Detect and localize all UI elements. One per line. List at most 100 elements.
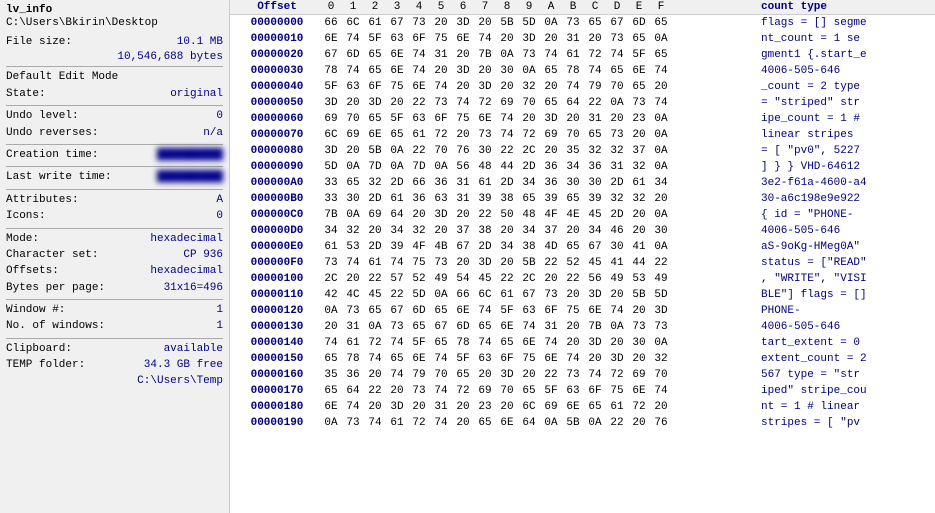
hex-byte[interactable]: 64 xyxy=(386,209,408,221)
hex-byte[interactable]: 69 xyxy=(540,401,562,413)
hex-byte[interactable]: 32 xyxy=(518,81,540,93)
hex-byte[interactable]: 34 xyxy=(386,225,408,237)
hex-byte[interactable]: 74 xyxy=(496,129,518,141)
hex-byte[interactable]: 20 xyxy=(496,401,518,413)
hex-byte[interactable]: 67 xyxy=(320,49,342,61)
hex-byte[interactable]: 74 xyxy=(430,81,452,93)
hex-byte[interactable]: 5B xyxy=(496,17,518,29)
hex-byte[interactable]: 2D xyxy=(386,177,408,189)
hex-byte[interactable]: 76 xyxy=(452,145,474,157)
hex-byte[interactable]: 20 xyxy=(474,65,496,77)
hex-byte[interactable]: 72 xyxy=(606,369,628,381)
hex-byte[interactable]: 20 xyxy=(364,369,386,381)
hex-byte[interactable]: 6E xyxy=(496,321,518,333)
table-row[interactable]: 0000013020310A7365676D656E7431207B0A7373… xyxy=(230,319,935,335)
hex-byte[interactable]: 74 xyxy=(650,385,672,397)
hex-byte[interactable]: 73 xyxy=(562,17,584,29)
hex-byte[interactable]: 38 xyxy=(474,225,496,237)
hex-byte[interactable]: 6E xyxy=(364,129,386,141)
hex-byte[interactable]: 67 xyxy=(430,321,452,333)
hex-byte[interactable]: 20 xyxy=(606,113,628,125)
hex-byte[interactable]: 67 xyxy=(386,17,408,29)
hex-byte[interactable]: 0A xyxy=(342,209,364,221)
hex-byte[interactable]: 53 xyxy=(342,241,364,253)
hex-byte[interactable]: 65 xyxy=(386,353,408,365)
hex-byte[interactable]: 32 xyxy=(342,225,364,237)
hex-byte[interactable]: 0A xyxy=(606,321,628,333)
hex-byte[interactable]: 6E xyxy=(452,305,474,317)
table-row[interactable]: 00000000666C616773203D205B5D0A7365676D65… xyxy=(230,15,935,31)
hex-byte[interactable]: 65 xyxy=(584,129,606,141)
hex-byte[interactable]: 3D xyxy=(364,97,386,109)
hex-byte[interactable]: 22 xyxy=(650,257,672,269)
hex-byte[interactable]: 0A xyxy=(650,337,672,349)
hex-byte[interactable]: 20 xyxy=(496,257,518,269)
hex-byte[interactable]: 41 xyxy=(628,241,650,253)
hex-byte[interactable]: 74 xyxy=(452,97,474,109)
table-row[interactable]: 000000803D205B0A22707630222C20353232370A… xyxy=(230,143,935,159)
hex-byte[interactable]: 65 xyxy=(386,129,408,141)
hex-byte[interactable]: 64 xyxy=(518,417,540,429)
hex-byte[interactable]: 53 xyxy=(628,273,650,285)
hex-byte[interactable]: 67 xyxy=(452,241,474,253)
hex-byte[interactable]: 74 xyxy=(430,417,452,429)
table-row[interactable]: 00000150657874656E745F636F756E74203D2032… xyxy=(230,351,935,367)
hex-byte[interactable]: 6E xyxy=(452,33,474,45)
hex-byte[interactable]: 39 xyxy=(386,241,408,253)
hex-byte[interactable]: 65 xyxy=(650,17,672,29)
hex-byte[interactable]: 20 xyxy=(452,417,474,429)
hex-byte[interactable]: 22 xyxy=(562,273,584,285)
hex-byte[interactable]: 3D xyxy=(320,145,342,157)
hex-byte[interactable]: 73 xyxy=(430,97,452,109)
table-row[interactable]: 000000C07B0A6964203D202250484F4E452D200A… xyxy=(230,207,935,223)
hex-byte[interactable]: 78 xyxy=(342,353,364,365)
hex-byte[interactable]: 20 xyxy=(430,17,452,29)
hex-byte[interactable]: 73 xyxy=(540,289,562,301)
hex-byte[interactable]: 70 xyxy=(518,97,540,109)
hex-byte[interactable]: 75 xyxy=(386,81,408,93)
hex-byte[interactable]: 5D xyxy=(408,289,430,301)
hex-byte[interactable]: 6C xyxy=(474,289,496,301)
hex-byte[interactable]: 79 xyxy=(408,369,430,381)
hex-byte[interactable]: 30 xyxy=(584,177,606,189)
hex-byte[interactable]: 20 xyxy=(628,353,650,365)
hex-byte[interactable]: 3D xyxy=(518,33,540,45)
hex-byte[interactable]: 74 xyxy=(650,97,672,109)
hex-byte[interactable]: 34 xyxy=(496,241,518,253)
hex-byte[interactable]: 73 xyxy=(628,321,650,333)
hex-byte[interactable]: 69 xyxy=(628,369,650,381)
hex-byte[interactable]: 20 xyxy=(364,225,386,237)
hex-byte[interactable]: 5B xyxy=(518,257,540,269)
hex-byte[interactable]: 3D xyxy=(386,401,408,413)
hex-byte[interactable]: 73 xyxy=(408,17,430,29)
hex-byte[interactable]: 75 xyxy=(452,113,474,125)
hex-byte[interactable]: 33 xyxy=(320,193,342,205)
hex-byte[interactable]: 0A xyxy=(650,113,672,125)
hex-byte[interactable]: 31 xyxy=(584,113,606,125)
hex-byte[interactable]: 74 xyxy=(386,337,408,349)
hex-byte[interactable]: 36 xyxy=(540,161,562,173)
hex-byte[interactable]: 69 xyxy=(496,97,518,109)
hex-byte[interactable]: 2D xyxy=(606,209,628,221)
hex-byte[interactable]: 70 xyxy=(496,385,518,397)
hex-byte[interactable]: 65 xyxy=(540,97,562,109)
hex-byte[interactable]: 6D xyxy=(408,305,430,317)
hex-byte[interactable]: 30 xyxy=(606,241,628,253)
hex-byte[interactable]: 61 xyxy=(562,49,584,61)
hex-byte[interactable]: 20 xyxy=(562,337,584,349)
table-row[interactable]: 000000106E745F636F756E74203D20312073650A… xyxy=(230,31,935,47)
hex-byte[interactable]: 6E xyxy=(474,113,496,125)
table-row[interactable]: 00000170656422207374726970655F636F756E74… xyxy=(230,383,935,399)
hex-byte[interactable]: 3D xyxy=(320,97,342,109)
hex-byte[interactable]: 78 xyxy=(452,337,474,349)
hex-byte[interactable]: 31 xyxy=(540,321,562,333)
hex-byte[interactable]: 20 xyxy=(452,209,474,221)
hex-byte[interactable]: 5F xyxy=(540,385,562,397)
hex-byte[interactable]: 75 xyxy=(606,385,628,397)
hex-byte[interactable]: 31 xyxy=(606,161,628,173)
hex-byte[interactable]: 30 xyxy=(342,193,364,205)
hex-byte[interactable]: 23 xyxy=(628,113,650,125)
hex-byte[interactable]: 73 xyxy=(606,129,628,141)
hex-byte[interactable]: 74 xyxy=(342,65,364,77)
hex-byte[interactable]: 4F xyxy=(540,209,562,221)
